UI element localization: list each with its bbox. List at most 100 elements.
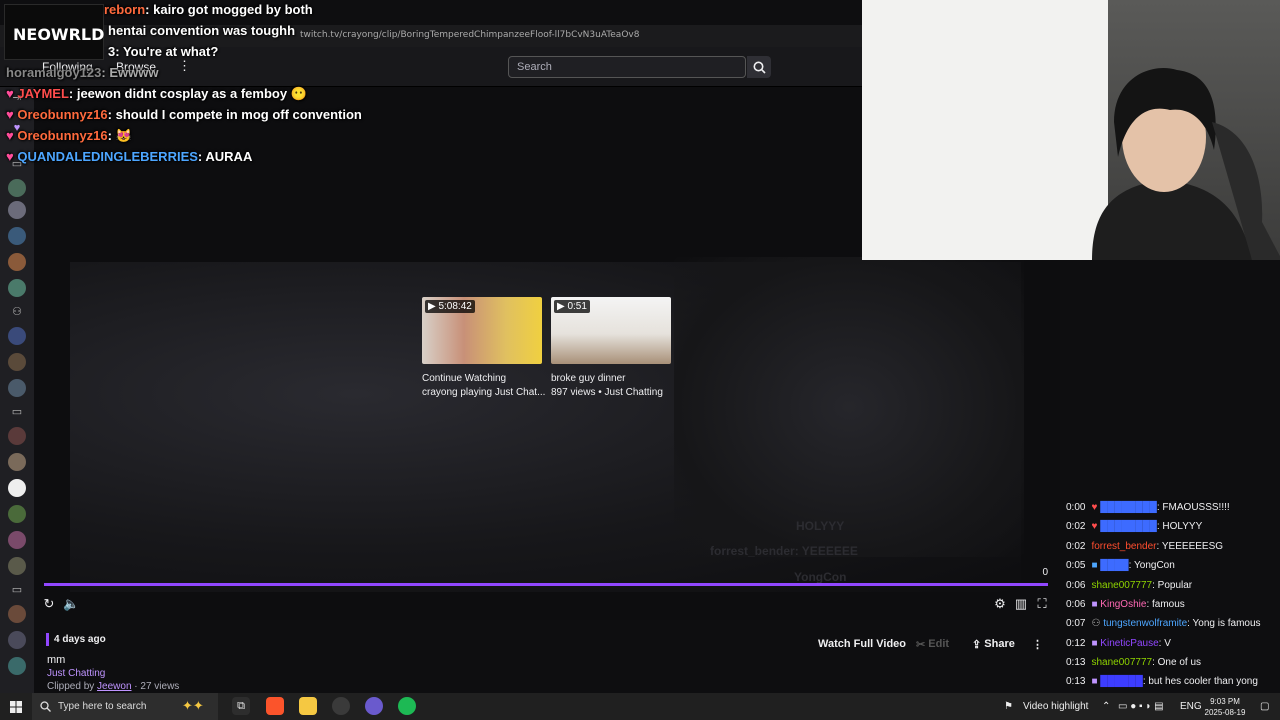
chat-username[interactable]: KingOshie [1100, 599, 1146, 610]
channel-avatar[interactable] [8, 631, 26, 649]
share-button[interactable]: ⇪ Share [972, 634, 1015, 654]
channel-avatar[interactable] [8, 531, 26, 549]
chat-message: : YongCon [1128, 560, 1175, 571]
settings-gear-icon[interactable]: ⚙ [992, 596, 1008, 612]
spotify-icon[interactable] [398, 697, 416, 715]
channel-avatar[interactable] [8, 279, 26, 297]
watch-full-label: Watch Full Video [818, 638, 907, 650]
chat-message: : V [1158, 638, 1171, 649]
chat-timestamp: 0:02 [1066, 541, 1086, 552]
channel-avatar[interactable] [8, 353, 26, 371]
duration-text: 5:08:42 [438, 301, 472, 312]
search-button[interactable] [747, 56, 771, 78]
overlay-user: Oreobunnyz16 [17, 107, 108, 122]
tray-icons: ▭ ● ▪ ◗ ▤ [1118, 701, 1164, 712]
chat-line: 0:13 shane007777: One of us [1066, 657, 1201, 668]
language-indicator[interactable]: ENG [1180, 701, 1202, 712]
overlay-message: You're at what? [122, 44, 219, 59]
webcam-overlay [862, 0, 1280, 260]
video-frame-highlight [674, 257, 1024, 557]
channel-avatar[interactable] [8, 453, 26, 471]
rec-title[interactable]: broke guy dinner [551, 373, 626, 384]
chat-line: 0:12 ■ KineticPause: V [1066, 638, 1171, 649]
nav-more-button[interactable]: ⋮ [178, 58, 191, 74]
chat-timestamp: 0:05 [1066, 560, 1086, 571]
rec-subtitle: crayong playing Just Chat... [422, 387, 546, 398]
replay-icon[interactable]: ↻ [41, 596, 57, 612]
system-clock[interactable]: 9:03 PM 2025-08-19 [1200, 696, 1250, 718]
chat-username[interactable]: KineticPause [1100, 638, 1158, 649]
duration-text: 0:51 [567, 301, 587, 312]
chat-line: 0:06 shane007777: Popular [1066, 580, 1192, 591]
rec-subtitle: 897 views • Just Chatting [551, 387, 663, 398]
video-highlight-label[interactable]: Video highlight [1023, 701, 1088, 712]
notifications-icon[interactable]: ▢ [1260, 701, 1269, 712]
chat-timestamp: 0:06 [1066, 599, 1086, 610]
url-text[interactable]: twitch.tv/crayong/clip/BoringTemperedChi… [300, 30, 639, 40]
watch-full-video-button[interactable]: Watch Full Video [818, 634, 906, 654]
chat-message: : YEEEEEESG [1156, 541, 1224, 552]
clip-chat-replay: 0:00 ♥ ████████: FMAOUSSS!!!! 0:02 ♥ █████… [1060, 260, 1280, 693]
channel-avatar[interactable] [8, 657, 26, 675]
clip-category-link[interactable]: Just Chatting [47, 668, 105, 679]
channel-avatar[interactable] [8, 253, 26, 271]
channel-avatar[interactable] [8, 427, 26, 445]
chat-line: 0:06 ■ KingOshie: famous [1066, 599, 1185, 610]
overlay-chat-line: ♥ Oreobunnyz16: 😻 [6, 128, 132, 143]
streamer-silhouette [1092, 67, 1280, 260]
video-thumbnail[interactable]: ▶ 0:51 [551, 297, 671, 364]
channel-avatar[interactable] [8, 557, 26, 575]
channel-avatar[interactable] [8, 201, 26, 219]
chat-line: 0:07 ⚇ tungstenwolframite: Yong is famous [1066, 618, 1261, 629]
more-options-button[interactable]: ⋮ [1032, 634, 1043, 654]
brave-browser-icon[interactable] [266, 697, 284, 715]
channel-avatar[interactable] [8, 479, 26, 497]
ghost-chat-text: YongCon [794, 570, 847, 584]
clip-age: 4 days ago [54, 634, 106, 645]
task-view-icon[interactable]: ⧉ [232, 697, 250, 715]
video-thumbnail[interactable]: ▶ 5:08:42 [422, 297, 542, 364]
file-explorer-icon[interactable] [299, 697, 317, 715]
overlay-chat-line: ♥ QUANDALEDINGLEBERRIES: AURAA [6, 149, 253, 164]
chat-username[interactable]: shane007777 [1091, 657, 1152, 668]
progress-counter: 0 [1042, 567, 1048, 578]
ghost-chat-text: forrest_bender: YEEEEEE [710, 544, 858, 558]
overlay-chat-line: horamalgoy123: Ewwww [6, 65, 159, 80]
clipper-link[interactable]: Jeewon [97, 681, 131, 692]
volume-icon[interactable]: 🔈 [63, 596, 79, 612]
overlay-message: AURAA [205, 149, 253, 164]
channel-avatar[interactable] [8, 505, 26, 523]
tray-chevron-icon[interactable]: ⌃ [1102, 701, 1110, 712]
overlay-message: Ewwww [109, 65, 159, 80]
share-label: Share [984, 638, 1015, 650]
channel-avatar[interactable] [8, 227, 26, 245]
fullscreen-icon[interactable]: ⛶ [1034, 596, 1050, 612]
taskbar-search[interactable]: Type here to search ✦✦ [32, 693, 218, 720]
progress-bar[interactable] [44, 583, 1048, 586]
channel-avatar[interactable] [8, 605, 26, 623]
overlay-user: reborn [104, 2, 146, 17]
chat-line: 0:13 ■ ██████: but hes cooler than yong [1066, 676, 1258, 687]
obs-icon[interactable] [332, 697, 350, 715]
channel-avatar[interactable] [8, 179, 26, 197]
channel-avatar[interactable] [8, 327, 26, 345]
screen: twitch.tv/crayong/clip/BoringTemperedChi… [0, 0, 1280, 720]
chat-timestamp: 0:02 [1066, 521, 1086, 532]
discord-icon[interactable] [365, 697, 383, 715]
chat-message: : One of us [1152, 657, 1202, 668]
chat-message: : but hes cooler than yong [1142, 676, 1258, 687]
windows-start-icon[interactable] [10, 701, 22, 713]
rec-title[interactable]: Continue Watching [422, 373, 506, 384]
chat-username[interactable]: forrest_bender [1091, 541, 1156, 552]
overlay-message: hentai convention was toughh [108, 23, 296, 38]
taskbar-search-placeholder: Type here to search [58, 701, 147, 712]
edit-button[interactable]: ✂ Edit [916, 634, 949, 654]
search-input[interactable]: Search [508, 56, 746, 78]
chat-username[interactable]: shane007777 [1091, 580, 1152, 591]
chat-username[interactable]: tungstenwolframite [1103, 618, 1187, 629]
channel-avatar[interactable] [8, 379, 26, 397]
clip-views: · 27 views [134, 681, 180, 692]
theatre-mode-icon[interactable]: ▥ [1013, 596, 1029, 612]
sparkle-icon: ✦✦ [182, 698, 204, 713]
overlay-message: kairo got mogged by both [153, 2, 313, 17]
